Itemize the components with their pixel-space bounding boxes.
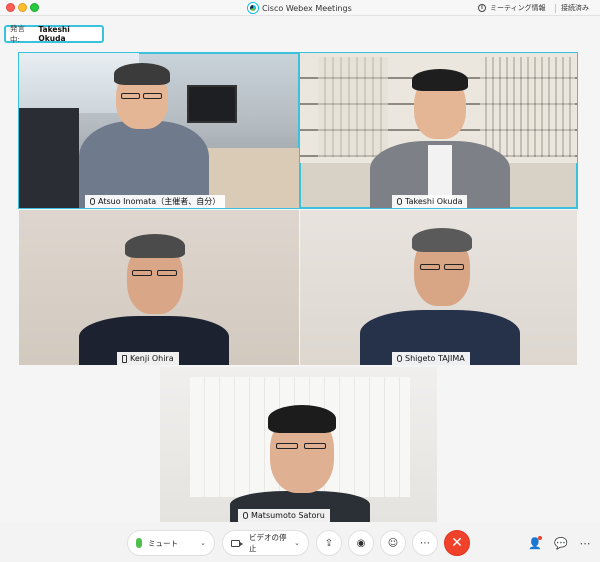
- end-meeting-button[interactable]: ✕: [444, 530, 470, 556]
- meeting-controls-toolbar: ミュート ⌄ ビデオの停止 ⌄ ⇪ ◉ ☺ ⋯ ✕ 👤 💬 ⋯: [0, 522, 600, 562]
- participant-name: Shigeto TAJIMA: [405, 354, 465, 363]
- share-icon: ⇪: [324, 537, 334, 549]
- record-icon: ◉: [356, 537, 366, 549]
- stop-video-button[interactable]: ビデオの停止 ⌄: [222, 530, 309, 556]
- window-maximize-button[interactable]: [30, 3, 39, 12]
- app-title-text: Cisco Webex Meetings: [262, 3, 352, 13]
- chevron-down-icon[interactable]: ⌄: [294, 539, 300, 547]
- microphone-icon: [136, 538, 142, 548]
- chat-button[interactable]: 💬: [554, 536, 568, 550]
- participant-figure: [370, 61, 510, 208]
- video-tile-kenji-ohira[interactable]: Kenji Ohira: [19, 210, 299, 365]
- mic-icon: [397, 198, 402, 205]
- participant-name-tag: Takeshi Okuda: [392, 195, 468, 208]
- participant-name-tag: Matsumoto Satoru: [238, 509, 330, 522]
- mic-icon: [90, 198, 95, 205]
- participants-button[interactable]: 👤: [528, 536, 542, 550]
- camera-icon: [231, 539, 243, 547]
- participant-name: Atsuo Inomata（主催者、自分）: [98, 197, 221, 206]
- reactions-button[interactable]: ☺: [380, 530, 406, 556]
- mic-icon: [243, 512, 248, 519]
- participant-name: Matsumoto Satoru: [251, 511, 325, 520]
- video-tile-atsuo-inomata[interactable]: Atsuo Inomata（主催者、自分）: [18, 52, 300, 209]
- share-button[interactable]: ⇪: [316, 530, 342, 556]
- video-tile-matsumoto-satoru[interactable]: Matsumoto Satoru: [160, 367, 437, 522]
- phone-icon: [122, 354, 127, 363]
- more-icon: ⋯: [420, 537, 430, 549]
- meeting-info-button[interactable]: i ミーティング情報: [478, 1, 546, 15]
- participant-figure: [79, 224, 229, 365]
- app-title: Cisco Webex Meetings: [248, 1, 352, 15]
- mic-icon: [397, 355, 402, 362]
- video-tile-shigeto-tajima[interactable]: Shigeto TAJIMA: [300, 210, 577, 365]
- chevron-down-icon[interactable]: ⌄: [200, 539, 206, 547]
- chat-icon: 💬: [554, 536, 568, 550]
- window-minimize-button[interactable]: [18, 3, 27, 12]
- window-close-button[interactable]: [6, 3, 15, 12]
- participant-name: Takeshi Okuda: [405, 197, 463, 206]
- window-titlebar: Cisco Webex Meetings i ミーティング情報 接続済み: [0, 0, 600, 16]
- more-icon: ⋯: [579, 536, 591, 550]
- participant-figure: [230, 397, 370, 522]
- participant-name-tag: Atsuo Inomata（主催者、自分）: [85, 195, 226, 208]
- mute-button[interactable]: ミュート ⌄: [127, 530, 215, 556]
- active-speaker-name: Takeshi Okuda: [38, 25, 70, 43]
- participant-figure: [360, 224, 520, 365]
- video-tile-takeshi-okuda[interactable]: Takeshi Okuda: [299, 52, 578, 209]
- participant-name-tag: Shigeto TAJIMA: [392, 352, 470, 365]
- record-button[interactable]: ◉: [348, 530, 374, 556]
- meeting-info-label: ミーティング情報: [490, 4, 546, 12]
- reactions-icon: ☺: [387, 537, 399, 549]
- connection-status[interactable]: 接続済み: [561, 1, 589, 15]
- active-speaker-banner: 発言中: Takeshi Okuda: [4, 24, 104, 44]
- more-panels-button[interactable]: ⋯: [578, 536, 592, 550]
- stop-video-label: ビデオの停止: [248, 533, 287, 553]
- more-options-button[interactable]: ⋯: [412, 530, 438, 556]
- participant-name: Kenji Ohira: [130, 354, 174, 363]
- notification-dot: [538, 536, 542, 540]
- titlebar-divider: [555, 4, 556, 13]
- info-icon: i: [478, 4, 486, 12]
- end-call-icon: ✕: [451, 535, 463, 551]
- webex-logo-icon: [248, 3, 258, 13]
- participant-name-tag: Kenji Ohira: [117, 352, 179, 365]
- participant-figure: [79, 59, 209, 208]
- mute-label: ミュート: [148, 538, 178, 548]
- dark-panel-background: [19, 108, 79, 208]
- active-speaker-label: 発言中:: [10, 24, 25, 44]
